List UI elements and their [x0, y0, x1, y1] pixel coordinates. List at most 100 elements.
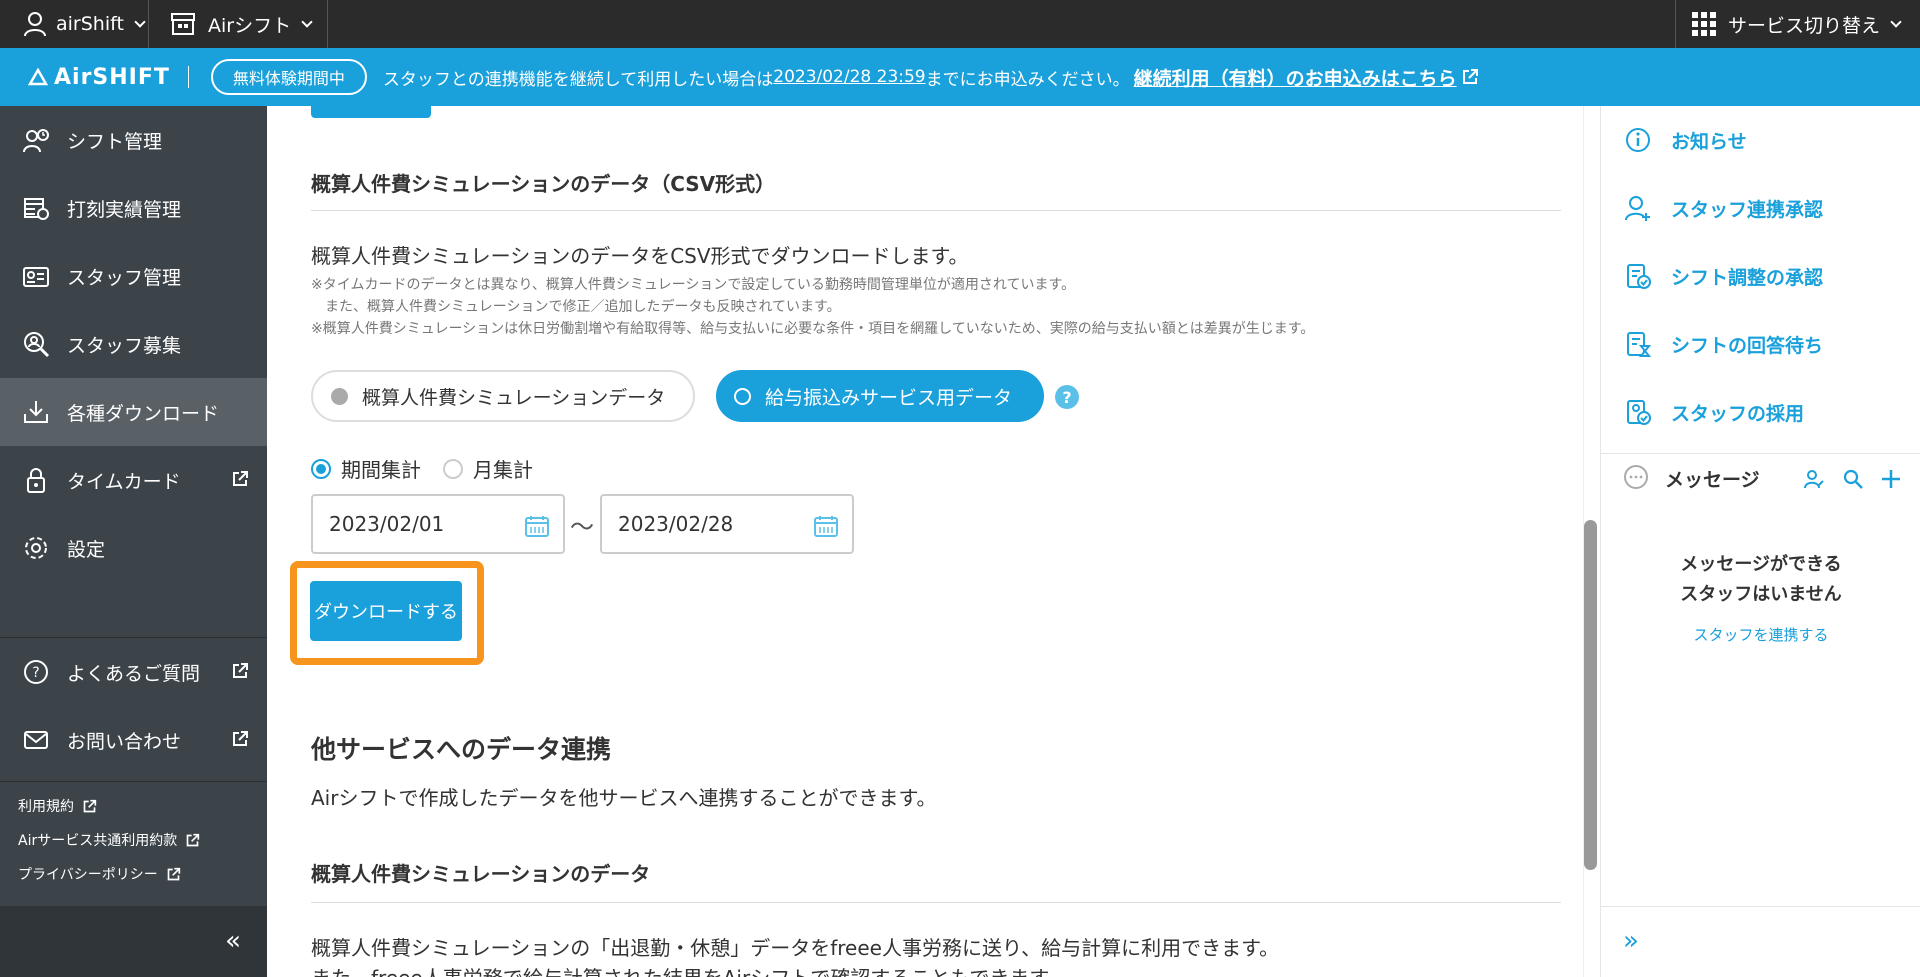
- sidebar-item-shift[interactable]: シフト管理: [0, 106, 267, 174]
- radio-dot-icon: [331, 387, 348, 405]
- right-item-label: スタッフの採用: [1671, 402, 1805, 425]
- deadline-date: 2023/02/28 23:59: [773, 67, 926, 87]
- staff-link-approval[interactable]: スタッフ連携承認: [1601, 174, 1920, 242]
- sidebar-item-label: 打刻実績管理: [67, 198, 182, 221]
- download-button[interactable]: ダウンロードする: [310, 581, 462, 641]
- sidebar-item-label: 設定: [67, 538, 106, 561]
- person-icon: [24, 12, 46, 37]
- chevron-down-icon: [301, 15, 313, 28]
- external-link-icon: [233, 471, 248, 486]
- note-line: ※タイムカードのデータとは異なり、概算人件費シミュレーションで設定している勤務時…: [311, 277, 1076, 293]
- note-line: ※概算人件費シミュレーションは休日労働割増や有給取得等、給与支払いに必要な条件・…: [311, 321, 1315, 337]
- doc-check-icon: [1623, 261, 1653, 291]
- account-menu[interactable]: airShift: [24, 0, 146, 48]
- external-link-icon: [83, 799, 97, 812]
- segment-payroll-data[interactable]: 給与振込みサービス用データ: [716, 370, 1044, 422]
- radio-period-label: 期間集計: [341, 458, 421, 482]
- privacy-link-text: プライバシーポリシー: [18, 867, 158, 883]
- sidebar-item-recruit[interactable]: スタッフ募集: [0, 310, 267, 378]
- mail-icon: [21, 725, 51, 755]
- expand-panel-button[interactable]: »: [1623, 926, 1639, 956]
- sidebar-item-download[interactable]: 各種ダウンロード: [0, 378, 267, 446]
- timecard-icon: [21, 465, 51, 495]
- chevron-down-icon: [1890, 15, 1902, 28]
- sidebar-item-contact[interactable]: お問い合わせ: [0, 706, 267, 774]
- sidebar-item-timestamp[interactable]: 打刻実績管理: [0, 174, 267, 242]
- chevron-down-icon: [134, 15, 146, 28]
- shift-awaiting-answers[interactable]: シフトの回答待ち: [1601, 310, 1920, 378]
- radio-ring-icon: [734, 387, 751, 405]
- info-icon: [1623, 125, 1653, 155]
- divider: [187, 66, 189, 88]
- common-terms-link-text: Airサービス共通利用約款: [18, 833, 178, 849]
- other-services-title: 他サービスへのデータ連携: [311, 735, 612, 764]
- messages-empty-state: メッセージができる スタッフはいません: [1601, 550, 1920, 610]
- radio-period[interactable]: [311, 458, 331, 479]
- timestamp-icon: [21, 193, 51, 223]
- svg-text:?: ?: [32, 665, 39, 681]
- notifications-link[interactable]: お知らせ: [1601, 106, 1920, 174]
- sidebar-item-label: よくあるご質問: [67, 662, 201, 685]
- shift-adjust-approval[interactable]: シフト調整の承認: [1601, 242, 1920, 310]
- divider: [0, 781, 267, 782]
- radio-month-label: 月集計: [473, 458, 533, 482]
- external-link-icon: [1462, 69, 1478, 84]
- divider: [1601, 453, 1920, 454]
- logo-triangle-icon: [28, 68, 48, 86]
- airshift-logo[interactable]: AirSHIFT: [28, 65, 170, 90]
- sidebar-collapse-button[interactable]: «: [0, 906, 267, 977]
- messages-empty-line: メッセージができる: [1680, 554, 1842, 575]
- date-from-field[interactable]: 2023/02/01: [311, 494, 565, 554]
- doc-hourglass-icon: [1623, 329, 1653, 359]
- sidebar-item-label: お問い合わせ: [67, 730, 182, 753]
- external-link-icon: [233, 663, 248, 678]
- service-switch-label: サービス切り替え: [1728, 14, 1881, 37]
- right-item-label: お知らせ: [1671, 130, 1747, 153]
- date-to-field[interactable]: 2023/02/28: [600, 494, 854, 554]
- help-icon[interactable]: ?: [1055, 385, 1079, 409]
- logo-text: AirSHIFT: [54, 64, 170, 90]
- divider: [148, 0, 149, 48]
- sidebar-item-label: スタッフ募集: [67, 334, 182, 357]
- sidebar-item-timecard[interactable]: タイムカード: [0, 446, 267, 514]
- staff-hiring[interactable]: スタッフの採用: [1601, 378, 1920, 446]
- segment-simulation-data[interactable]: 概算人件費シミュレーションデータ: [311, 370, 695, 422]
- sidebar-item-settings[interactable]: 設定: [0, 514, 267, 582]
- date-from-value: 2023/02/01: [329, 512, 445, 536]
- person-filter-icon[interactable]: [1803, 468, 1825, 490]
- announcement-bar: AirSHIFT 無料体験期間中 スタッフとの連携機能を継続して利用したい場合は…: [0, 48, 1920, 106]
- service-switch-menu[interactable]: サービス切り替え: [1692, 0, 1902, 48]
- sidebar-item-staff[interactable]: スタッフ管理: [0, 242, 267, 310]
- trial-badge: 無料体験期間中: [210, 59, 367, 95]
- announcement-text: スタッフとの連携機能を継続して利用したい場合は: [382, 69, 774, 90]
- divider: [327, 0, 328, 48]
- grid-icon: [1692, 12, 1716, 36]
- calendar-icon[interactable]: [525, 515, 549, 537]
- link-staff-link[interactable]: スタッフを連携する: [1601, 624, 1920, 645]
- staff-card-icon: [21, 261, 51, 291]
- simulation-text: また、freee人事労務で給与計算された結果をAirシフトで確認することもできま…: [311, 962, 1067, 977]
- common-terms-link[interactable]: Airサービス共通利用約款: [18, 830, 200, 850]
- sidebar-item-faq[interactable]: ? よくあるご質問: [0, 638, 267, 706]
- simulation-data-title: 概算人件費シミュレーションのデータ: [311, 862, 651, 886]
- paid-plan-link[interactable]: 継続利用（有料）のお申込みはこちら: [1134, 64, 1479, 91]
- announcement-text-after: までにお申込みください。: [925, 69, 1130, 90]
- calendar-icon[interactable]: [814, 515, 838, 537]
- plus-icon[interactable]: [1879, 467, 1903, 491]
- external-link-icon: [186, 833, 200, 846]
- paid-plan-link-text: 継続利用（有料）のお申込みはこちら: [1133, 67, 1457, 90]
- date-to-value: 2023/02/28: [618, 512, 734, 536]
- shift-icon: [21, 125, 51, 155]
- doc-person-icon: [1623, 397, 1653, 427]
- gear-icon: [21, 533, 51, 563]
- terms-link[interactable]: 利用規約: [18, 796, 97, 816]
- partial-button[interactable]: [311, 106, 431, 118]
- messages-header: メッセージ: [1601, 456, 1920, 500]
- scrollbar-thumb[interactable]: [1584, 520, 1597, 870]
- privacy-link[interactable]: プライバシーポリシー: [18, 864, 181, 884]
- radio-month[interactable]: [443, 458, 463, 479]
- right-panel: お知らせ スタッフ連携承認 シフト調整の承認 シフトの回答待ち スタッフの採用 …: [1600, 106, 1920, 977]
- store-menu[interactable]: Airシフト: [170, 0, 313, 48]
- search-icon[interactable]: [1842, 468, 1864, 490]
- divider: [311, 902, 1561, 903]
